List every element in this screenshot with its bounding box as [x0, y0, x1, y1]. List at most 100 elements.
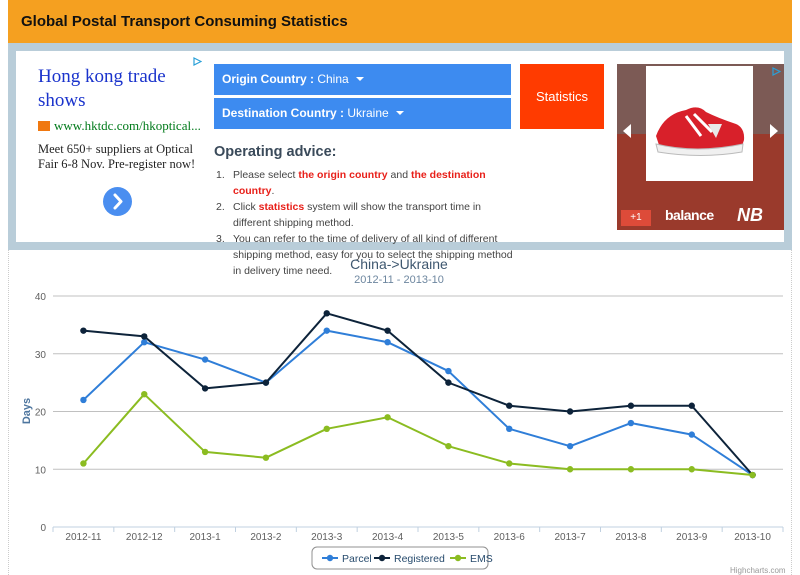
data-point	[80, 396, 87, 404]
advice-text: Please select	[233, 169, 299, 181]
data-point	[201, 356, 209, 363]
sneaker-image	[655, 107, 745, 156]
legend-label: EMS	[470, 553, 493, 565]
origin-country-label: Origin Country :	[222, 72, 314, 86]
data-point	[80, 327, 87, 334]
x-tick-label: 2013-9	[676, 532, 708, 543]
advice-item: 2. Click statistics system will show the …	[216, 199, 516, 231]
series-registered	[80, 310, 756, 479]
data-point	[445, 379, 452, 386]
brand-logo: NB	[737, 205, 763, 225]
x-tick-label: 2013-7	[555, 532, 587, 543]
adchoices-icon[interactable]	[193, 57, 202, 66]
chevron-right-icon	[113, 193, 123, 210]
x-tick-label: 2013-2	[250, 532, 282, 543]
advice-highlight: the origin country	[298, 169, 388, 181]
ad-flag-icon	[38, 121, 50, 131]
data-point	[566, 466, 574, 473]
y-tick-label: 30	[35, 350, 47, 361]
data-point	[262, 379, 270, 386]
data-point	[384, 339, 391, 346]
x-tick-label: 2013-4	[372, 532, 404, 543]
y-tick-label: 40	[35, 292, 47, 303]
data-point	[688, 402, 695, 409]
data-point	[566, 442, 574, 450]
control-panel: Hong kong trade shows www.hktdc.com/hkop…	[8, 43, 792, 277]
google-plus-button[interactable]: +1	[621, 210, 651, 226]
ad-title[interactable]: Hong kong trade shows	[38, 65, 198, 113]
data-point	[627, 402, 635, 409]
x-tick-label: 2013-10	[734, 532, 771, 543]
legend-label: Registered	[394, 553, 445, 565]
y-tick-label: 20	[35, 408, 47, 419]
caret-down-icon	[355, 77, 364, 81]
series-parcel	[80, 327, 756, 479]
chart-credit[interactable]: Highcharts.com	[730, 566, 786, 575]
statistics-button[interactable]: Statistics	[520, 64, 604, 129]
line-chart: 0 10 20 30 40 2012-11 2012-12 2013-1 2013-2 2013…	[21, 256, 784, 570]
advice-number: 2.	[216, 201, 225, 213]
data-point	[506, 460, 513, 467]
legend-label: Parcel	[342, 553, 372, 565]
advice-item: 1. Please select the origin country and t…	[216, 167, 516, 199]
chart-frame: 0 10 20 30 40 2012-11 2012-12 2013-1 2013-2 2013…	[8, 250, 792, 575]
data-point	[445, 442, 452, 450]
ad-url[interactable]: www.hktdc.com/hkoptical...	[54, 118, 201, 133]
page-header: Global Postal Transport Consuming Statis…	[8, 0, 792, 43]
legend-marker	[378, 554, 386, 562]
carousel-next-icon[interactable]	[770, 124, 778, 138]
brand-text: balance	[665, 207, 714, 223]
ad-arrow-button[interactable]	[103, 187, 132, 216]
x-tick-label: 2013-6	[494, 532, 526, 543]
page-title: Global Postal Transport Consuming Statis…	[21, 13, 348, 30]
control-panel-inner: Hong kong trade shows www.hktdc.com/hkop…	[16, 51, 784, 277]
data-point	[445, 367, 452, 375]
series-group	[80, 310, 756, 479]
data-point	[688, 466, 695, 473]
data-point	[141, 390, 148, 398]
origin-country-dropdown[interactable]: Origin Country : China	[214, 64, 511, 95]
data-point	[384, 327, 391, 334]
data-point	[384, 414, 391, 421]
advice-text: Click	[233, 201, 259, 213]
chart-legend: Parcel Registered EMS	[311, 546, 493, 570]
data-point	[566, 408, 574, 415]
chart-title: China->Ukraine	[350, 256, 448, 272]
x-tick-label: 2013-8	[615, 532, 647, 543]
data-point	[627, 419, 635, 427]
y-tick-label: 0	[40, 523, 46, 534]
data-point	[201, 448, 209, 456]
image-ad[interactable]: +1 balance NB	[617, 64, 784, 230]
data-point	[688, 431, 695, 438]
ad-url-row[interactable]: www.hktdc.com/hkoptical...	[38, 118, 201, 134]
advice-number: 3.	[216, 233, 225, 245]
origin-country-value: China	[317, 72, 349, 86]
y-tick-label: 10	[35, 465, 47, 476]
series-line	[82, 329, 754, 476]
legend-marker	[454, 554, 462, 562]
shoe-image-card[interactable]	[646, 66, 753, 181]
x-tick-label: 2013-1	[190, 532, 222, 543]
data-point	[80, 460, 87, 467]
data-point	[627, 466, 635, 473]
destination-country-label: Destination Country :	[222, 106, 344, 120]
advice-title: Operating advice:	[214, 144, 337, 160]
x-axis: 2012-11 2012-12 2013-1 2013-2 2013-3 2013-4 20…	[52, 526, 784, 543]
data-point	[262, 454, 270, 461]
advice-number: 1.	[216, 169, 225, 181]
x-tick-label: 2012-11	[65, 532, 101, 543]
data-point	[323, 310, 330, 317]
chart-subtitle: 2012-11 - 2013-10	[354, 274, 444, 286]
data-point	[323, 327, 330, 334]
advice-text: and	[387, 169, 411, 181]
destination-country-value: Ukraine	[347, 106, 389, 120]
text-ad[interactable]: Hong kong trade shows www.hktdc.com/hkop…	[16, 51, 206, 242]
carousel-prev-icon[interactable]	[623, 124, 631, 138]
data-point	[141, 339, 148, 346]
ad-description: Meet 650+ suppliers at Optical Fair 6-8 …	[38, 142, 196, 171]
data-point	[323, 425, 330, 433]
adchoices-icon[interactable]	[772, 67, 781, 76]
data-point	[749, 471, 756, 479]
x-tick-label: 2013-5	[433, 532, 465, 543]
destination-country-dropdown[interactable]: Destination Country : Ukraine	[214, 98, 511, 129]
